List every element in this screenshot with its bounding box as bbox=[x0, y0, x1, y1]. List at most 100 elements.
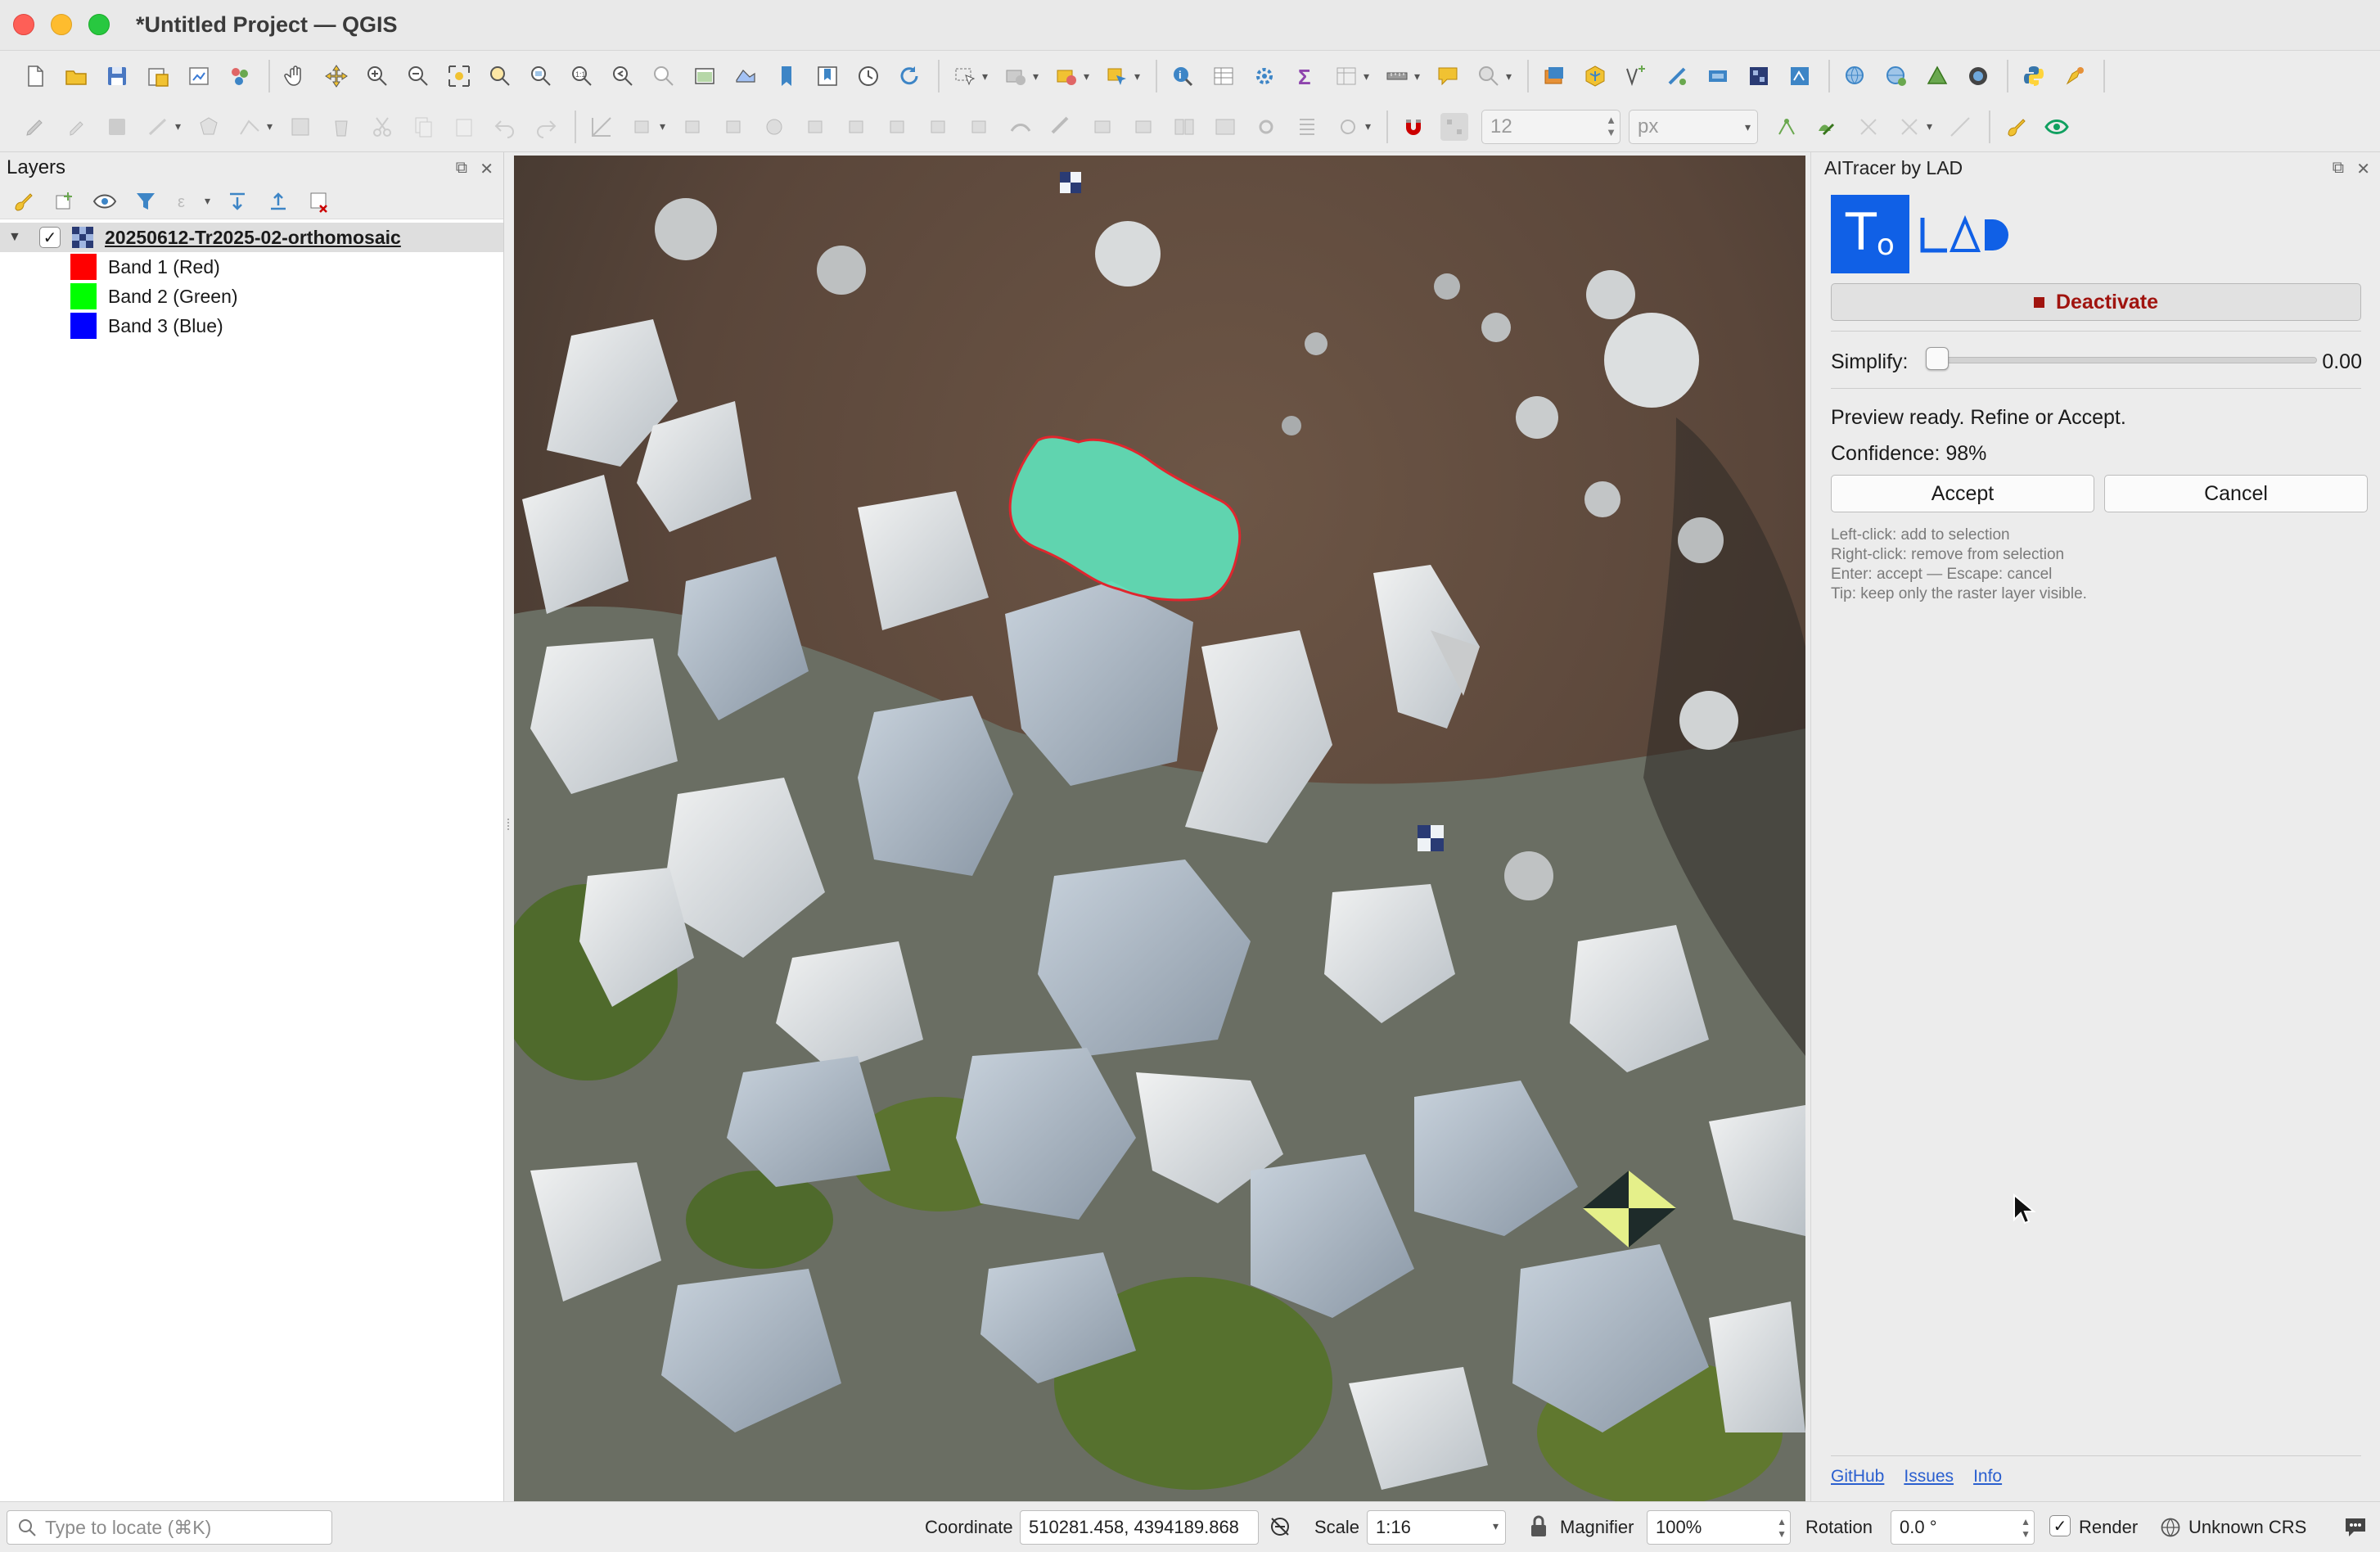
deselect-features-icon[interactable] bbox=[1053, 62, 1080, 90]
remove-layer-icon[interactable] bbox=[306, 188, 332, 214]
layer-tree-item[interactable]: ▼ ✓ 20250612-Tr2025-02-orthomosaic bbox=[0, 223, 503, 252]
rotate-point-icon[interactable] bbox=[1252, 113, 1280, 141]
chevron-down-icon[interactable]: ▾ bbox=[267, 120, 277, 133]
chevron-down-icon[interactable]: ▾ bbox=[175, 120, 185, 133]
chevron-down-icon[interactable]: ▾ bbox=[1033, 70, 1043, 83]
minimize-window-button[interactable] bbox=[51, 14, 72, 35]
zoom-out-icon[interactable] bbox=[404, 62, 432, 90]
github-link[interactable]: GitHub bbox=[1831, 1467, 1884, 1487]
show-bookmarks-icon[interactable] bbox=[814, 62, 841, 90]
messages-icon[interactable] bbox=[2342, 1514, 2369, 1540]
globe-search-icon[interactable] bbox=[1841, 62, 1869, 90]
select-by-value-icon[interactable] bbox=[1002, 62, 1030, 90]
close-panel-icon[interactable]: ✕ bbox=[480, 159, 494, 179]
python-console-icon[interactable] bbox=[2020, 62, 2048, 90]
style-panel-icon[interactable] bbox=[10, 188, 36, 214]
select-by-expression-icon[interactable] bbox=[1103, 62, 1131, 90]
rotate-feature-icon[interactable] bbox=[679, 113, 707, 141]
eye-visibility-icon[interactable] bbox=[2043, 113, 2071, 141]
align-rasters-icon[interactable] bbox=[1293, 113, 1321, 141]
advanced-digitize-icon[interactable] bbox=[588, 113, 615, 141]
chevron-down-icon[interactable]: ▾ bbox=[1134, 70, 1144, 83]
add-mesh-icon[interactable] bbox=[1704, 62, 1732, 90]
vertex-tool-icon[interactable] bbox=[236, 113, 264, 141]
snapping-tolerance-field[interactable]: 12 ▲ ▼ bbox=[1481, 109, 1620, 144]
shape-digitize-icon[interactable] bbox=[1334, 113, 1362, 141]
network-globe-icon[interactable] bbox=[1964, 62, 1992, 90]
info-link[interactable]: Info bbox=[1973, 1467, 2002, 1487]
snapping-magnet-icon[interactable] bbox=[1400, 113, 1427, 141]
render-checkbox[interactable]: ✓ bbox=[2049, 1515, 2071, 1536]
zoom-to-layer-icon[interactable] bbox=[527, 62, 555, 90]
manage-visibility-icon[interactable] bbox=[92, 188, 118, 214]
merge-attributes-icon[interactable] bbox=[1211, 113, 1239, 141]
tracing-icon[interactable] bbox=[1946, 113, 1974, 141]
zoom-in-icon[interactable] bbox=[363, 62, 391, 90]
crs-label[interactable]: Unknown CRS bbox=[2188, 1517, 2306, 1538]
add-part-icon[interactable] bbox=[843, 113, 871, 141]
crs-globe-icon[interactable] bbox=[2159, 1516, 2182, 1539]
chevron-down-icon[interactable]: ▾ bbox=[1506, 70, 1516, 83]
measure-icon[interactable] bbox=[1383, 62, 1411, 90]
float-panel-icon[interactable]: ⧉ bbox=[2333, 159, 2344, 178]
chevron-down-icon[interactable]: ▾ bbox=[1927, 120, 1936, 133]
open-project-icon[interactable] bbox=[62, 62, 90, 90]
zoom-native-icon[interactable]: 1:1 bbox=[568, 62, 596, 90]
delete-part-icon[interactable] bbox=[966, 113, 994, 141]
globe-add-icon[interactable] bbox=[1882, 62, 1910, 90]
snap-intersection-icon[interactable] bbox=[1814, 113, 1841, 141]
topological-editing-icon[interactable] bbox=[1773, 113, 1801, 141]
new-map-view-icon[interactable] bbox=[691, 62, 719, 90]
copy-features-icon[interactable] bbox=[409, 113, 437, 141]
field-calculator-icon[interactable] bbox=[1332, 62, 1360, 90]
maximize-window-button[interactable] bbox=[88, 14, 110, 35]
map-tips-icon[interactable] bbox=[1434, 62, 1462, 90]
refresh-icon[interactable] bbox=[895, 62, 923, 90]
split-parts-icon[interactable] bbox=[1129, 113, 1157, 141]
redo-icon[interactable] bbox=[532, 113, 560, 141]
extents-toggle-icon[interactable] bbox=[1267, 1514, 1293, 1540]
close-panel-icon[interactable]: ✕ bbox=[2356, 159, 2370, 179]
zoom-last-icon[interactable] bbox=[609, 62, 637, 90]
expand-all-icon[interactable] bbox=[224, 188, 250, 214]
zoom-to-selection-icon[interactable] bbox=[486, 62, 514, 90]
fill-ring-icon[interactable] bbox=[884, 113, 912, 141]
digitize-line-icon[interactable] bbox=[144, 113, 172, 141]
save-as-icon[interactable] bbox=[144, 62, 172, 90]
locator-search-icon[interactable] bbox=[1475, 62, 1503, 90]
chevron-down-icon[interactable]: ▾ bbox=[982, 70, 992, 83]
new-project-icon[interactable] bbox=[21, 62, 49, 90]
data-source-manager-icon[interactable] bbox=[1540, 62, 1568, 90]
select-features-icon[interactable] bbox=[951, 62, 979, 90]
chevron-down-icon[interactable]: ▾ bbox=[1365, 120, 1375, 133]
simplify-feature-icon[interactable] bbox=[761, 113, 789, 141]
delete-selected-icon[interactable] bbox=[327, 113, 355, 141]
new-shapefile-icon[interactable] bbox=[1622, 62, 1650, 90]
new-3d-view-icon[interactable] bbox=[732, 62, 760, 90]
self-snapping-icon[interactable] bbox=[1895, 113, 1923, 141]
attribute-table-icon[interactable] bbox=[1210, 62, 1237, 90]
add-polygon-icon[interactable] bbox=[195, 113, 223, 141]
stepper-arrows-icon[interactable]: ▲ ▼ bbox=[2021, 1516, 2031, 1541]
simplify-slider[interactable] bbox=[1926, 357, 2317, 363]
cancel-button[interactable]: Cancel bbox=[2104, 475, 2368, 512]
triangle-tool-icon[interactable] bbox=[1923, 62, 1951, 90]
accept-button[interactable]: Accept bbox=[1831, 475, 2094, 512]
magnifier-field[interactable]: 100% ▲ ▼ bbox=[1647, 1510, 1791, 1545]
avoid-overlap-icon[interactable] bbox=[1855, 113, 1882, 141]
modify-attributes-icon[interactable] bbox=[286, 113, 314, 141]
plugin-manager-icon[interactable] bbox=[2061, 62, 2089, 90]
snapping-mode-icon[interactable] bbox=[1440, 112, 1468, 141]
current-edits-icon[interactable] bbox=[21, 113, 49, 141]
merge-features-icon[interactable] bbox=[1170, 113, 1198, 141]
lock-scale-icon[interactable] bbox=[1526, 1514, 1552, 1540]
add-ring-icon[interactable] bbox=[802, 113, 830, 141]
plugin-brush-icon[interactable] bbox=[2002, 113, 2030, 141]
close-window-button[interactable] bbox=[13, 14, 34, 35]
collapse-arrow-icon[interactable]: ▼ bbox=[8, 230, 25, 245]
delete-ring-icon[interactable] bbox=[925, 113, 953, 141]
chevron-down-icon[interactable]: ▾ bbox=[1414, 70, 1424, 83]
temporal-controller-icon[interactable] bbox=[854, 62, 882, 90]
snapping-units-select[interactable]: px ▾ bbox=[1629, 109, 1758, 144]
filter-expression-icon[interactable]: ε bbox=[174, 188, 200, 214]
